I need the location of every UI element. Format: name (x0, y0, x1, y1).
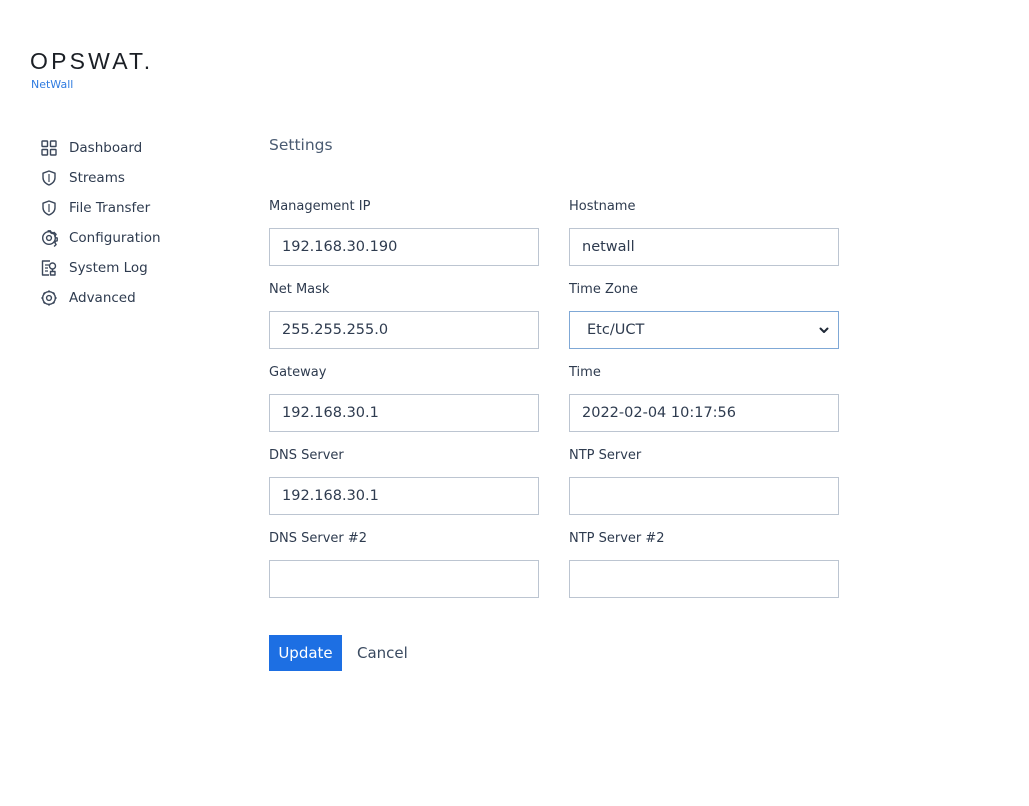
gateway-input[interactable]: 192.168.30.1 (269, 394, 539, 432)
opswat-logo: OPSWAT. (30, 48, 154, 74)
net-mask-input[interactable]: 255.255.255.0 (269, 311, 539, 349)
ntp-server-group: NTP Server (569, 446, 839, 515)
dns-server-2-input[interactable] (269, 560, 539, 598)
time-zone-label: Time Zone (569, 282, 639, 297)
cancel-button[interactable]: Cancel (357, 644, 408, 662)
sidebar-item-advanced[interactable]: Advanced (39, 283, 239, 313)
dns-server-label: DNS Server (269, 448, 344, 463)
sidebar-nav: Dashboard Streams File Transfer Configur… (39, 133, 239, 313)
settings-panel: Settings Management IP 192.168.30.190 Ho… (269, 133, 869, 671)
sidebar-item-label: Streams (69, 170, 125, 186)
sidebar-item-configuration[interactable]: Configuration (39, 223, 239, 253)
sidebar-item-label: System Log (69, 260, 148, 276)
sidebar-item-dashboard[interactable]: Dashboard (39, 133, 239, 163)
hostname-group: Hostname netwall (569, 197, 839, 266)
ntp-server-2-group: NTP Server #2 (569, 529, 839, 598)
management-ip-label: Management IP (269, 199, 371, 214)
net-mask-label: Net Mask (269, 282, 330, 297)
ntp-server-2-input[interactable] (569, 560, 839, 598)
page-title: Settings (269, 136, 333, 154)
ntp-server-input[interactable] (569, 477, 839, 515)
sidebar-item-streams[interactable]: Streams (39, 163, 239, 193)
ntp-server-2-label: NTP Server #2 (569, 531, 665, 546)
ntp-server-label: NTP Server (569, 448, 642, 463)
time-input[interactable]: 2022-02-04 10:17:56 (569, 394, 839, 432)
sidebar-item-label: Dashboard (69, 140, 143, 156)
shield-icon (39, 199, 58, 218)
dns-server-input[interactable]: 192.168.30.1 (269, 477, 539, 515)
sidebar-item-file-transfer[interactable]: File Transfer (39, 193, 239, 223)
brand: OPSWAT. NetWall (30, 50, 153, 92)
management-ip-group: Management IP 192.168.30.190 (269, 197, 539, 266)
time-label: Time (569, 365, 601, 380)
hostname-label: Hostname (569, 199, 636, 214)
management-ip-input[interactable]: 192.168.30.190 (269, 228, 539, 266)
update-button[interactable]: Update (269, 635, 342, 671)
hostname-input[interactable]: netwall (569, 228, 839, 266)
time-group: Time 2022-02-04 10:17:56 (569, 363, 839, 432)
dns-server-2-label: DNS Server #2 (269, 531, 368, 546)
product-name: NetWall (31, 78, 74, 91)
sidebar-item-system-log[interactable]: System Log (39, 253, 239, 283)
dns-server-group: DNS Server 192.168.30.1 (269, 446, 539, 515)
gateway-group: Gateway 192.168.30.1 (269, 363, 539, 432)
dashboard-grid-icon (39, 139, 58, 158)
sidebar-item-label: Advanced (69, 290, 136, 306)
gateway-label: Gateway (269, 365, 327, 380)
gear-icon (39, 289, 58, 308)
dns-server-2-group: DNS Server #2 (269, 529, 539, 598)
log-document-icon (39, 259, 58, 278)
sidebar-item-label: Configuration (69, 230, 161, 246)
time-zone-value: Etc/UCT (587, 322, 645, 338)
shield-icon (39, 169, 58, 188)
net-mask-group: Net Mask 255.255.255.0 (269, 280, 539, 349)
time-zone-group: Time Zone Etc/UCT (569, 280, 839, 349)
time-zone-select[interactable]: Etc/UCT (569, 311, 839, 349)
sidebar-item-label: File Transfer (69, 200, 151, 216)
chevron-down-icon (818, 324, 830, 336)
gear-icon (39, 229, 58, 248)
form-actions: Update Cancel (269, 635, 408, 671)
